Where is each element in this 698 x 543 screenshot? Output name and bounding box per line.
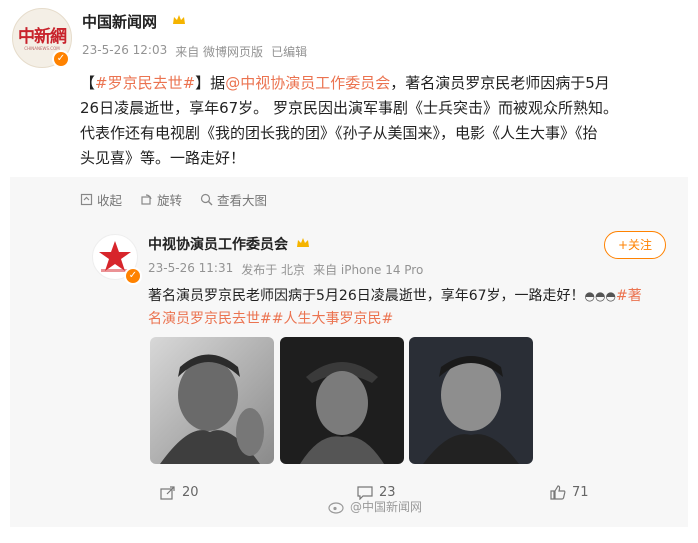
repost-tags-line[interactable]: 名演员罗京民去世##人生大事罗京民# [148, 308, 688, 331]
text-line4: 头见喜》等。一路走好！ [80, 149, 246, 167]
portrait-2-image [280, 337, 404, 464]
collect-button[interactable]: 收起 [80, 190, 122, 209]
bracket-close: 】 [195, 74, 211, 92]
repost-author-name[interactable]: 中视协演员工作委员会 [148, 234, 288, 254]
rotate-icon [141, 194, 152, 205]
photo-3[interactable] [409, 337, 533, 464]
collapse-icon [80, 193, 93, 206]
repost-verified-icon: ✓ [124, 267, 142, 285]
verified-badge-icon: ✓ [52, 50, 70, 68]
photo-1[interactable] [150, 337, 274, 464]
portrait-3-image [409, 337, 533, 464]
thumbs-up-icon [550, 485, 566, 500]
view-large-label: 查看大图 [217, 193, 268, 208]
magnify-icon [200, 193, 213, 206]
repost-crown-icon [297, 238, 309, 247]
hashtag-link[interactable]: #罗京民去世# [95, 74, 195, 92]
mourning-emoji-icon: ◓◓◓ [584, 289, 616, 303]
portrait-1-image [150, 337, 274, 464]
author-name[interactable]: 中国新闻网 [82, 11, 157, 32]
weibo-logo-icon [328, 501, 344, 514]
repost-text-line1: 著名演员罗京民老师因病于5月26日凌晨逝世，享年67岁，一路走好！ [148, 288, 585, 304]
watermark: @中国新闻网 [328, 498, 422, 515]
rotate-label: 旋转 [157, 193, 183, 208]
text-line1-tail: ，著名演员罗京民老师因病于5月 [390, 74, 610, 92]
post-time[interactable]: 23-5-26 12:03 [82, 43, 167, 60]
photo-2[interactable] [280, 337, 404, 464]
avatar-logo-text: 中新網 [18, 27, 67, 47]
text-line2: 26日凌晨逝世，享年67岁。 罗京民因出演军事剧《士兵突击》而被观众所熟知。 [80, 99, 618, 117]
follow-button[interactable]: +关注 [604, 231, 666, 259]
ju-text: 据 [210, 74, 226, 92]
repost-source: 来自 iPhone 14 Pro [313, 263, 424, 277]
share-button[interactable]: 20 [160, 485, 199, 500]
post-edited-label[interactable]: 已编辑 [271, 43, 307, 60]
share-icon [160, 485, 175, 500]
repost-location: 发布于 北京 [241, 263, 306, 277]
post-source: 来自 微博网页版 [175, 45, 264, 59]
repost-time[interactable]: 23-5-26 11:31 [148, 261, 233, 278]
post-text: 【#罗京民去世#】据@中视协演员工作委员会，著名演员罗京民老师因病于5月 26日… [80, 71, 680, 171]
like-count: 71 [572, 485, 589, 500]
repost-tag-start[interactable]: #著 [616, 288, 642, 304]
collect-label: 收起 [97, 193, 123, 208]
mention-link[interactable]: @中视协演员工作委员会 [225, 74, 390, 92]
crown-icon [173, 15, 185, 24]
like-button[interactable]: 71 [550, 485, 589, 500]
text-line3: 代表作还有电视剧《我的团长我的团》《孙子从美国来》，电影《人生大事》《抬 [80, 124, 598, 142]
repost-text: 著名演员罗京民老师因病于5月26日凌晨逝世，享年67岁，一路走好！◓◓◓#著 名… [148, 285, 688, 331]
watermark-text: @中国新闻网 [350, 500, 423, 514]
rotate-button[interactable]: 旋转 [140, 190, 182, 209]
bracket-open: 【 [80, 74, 96, 92]
share-count: 20 [182, 485, 199, 500]
view-large-button[interactable]: 查看大图 [200, 190, 267, 209]
